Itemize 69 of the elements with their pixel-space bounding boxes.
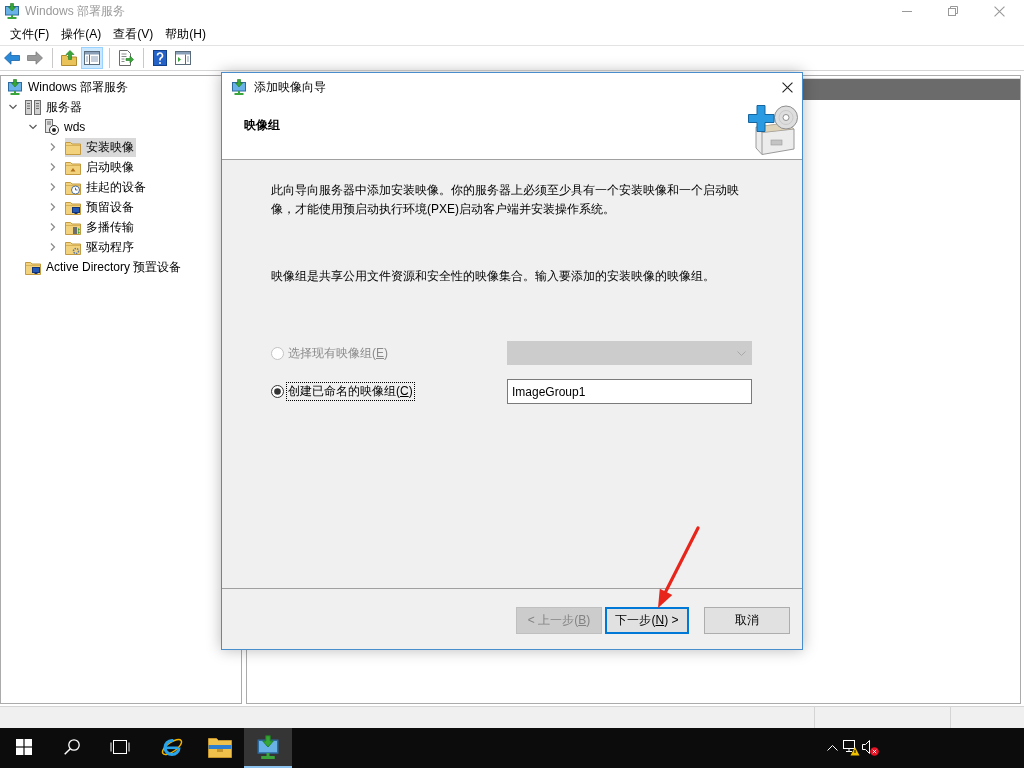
speaker-muted-icon [862, 740, 879, 756]
task-view-icon [110, 739, 130, 755]
tree-item[interactable]: Active Directory 预置设备 [25, 257, 184, 277]
folder-icon [65, 139, 81, 155]
option-label[interactable]: 创建已命名的映像组(C) [286, 382, 415, 401]
tree-item[interactable]: wds [45, 117, 88, 137]
chevron-right-icon[interactable] [49, 163, 57, 171]
tree-item[interactable]: 安装映像 [65, 137, 136, 157]
chevron-right-icon[interactable] [49, 203, 57, 211]
chevron-down-icon[interactable] [9, 103, 17, 111]
window-panes-icon [175, 51, 191, 65]
restore-icon [948, 6, 958, 16]
dialog-title: 添加映像向导 [254, 78, 326, 96]
intro-text: 此向导向服务器中添加安装映像。你的服务器上必须至少具有一个安装映像和一个启动映像，才能使用预启动执行环境(PXE)启动客户端并安装操作系统。 [271, 182, 740, 218]
dialog-button[interactable]: 取消 [704, 606, 790, 634]
folder-up-icon [61, 50, 77, 66]
tree-item[interactable]: 驱动程序 [65, 237, 136, 257]
server-rack-icon [25, 99, 41, 115]
folder-triangle-icon [65, 159, 81, 175]
close-icon [993, 5, 1005, 17]
menu-item[interactable]: 操作(A) [55, 23, 108, 44]
box-plus-disc-icon [748, 105, 798, 155]
monitor-icon [256, 735, 280, 759]
chevron-right-icon[interactable] [49, 183, 57, 191]
page-heading: 映像组 [244, 117, 280, 134]
folder-monitor-icon [25, 259, 41, 275]
folder-monitor-icon [65, 199, 81, 215]
monitor-icon [4, 3, 20, 19]
dialog-button[interactable]: 下一步(N) > [605, 606, 689, 634]
tree-item[interactable]: 启动映像 [65, 157, 136, 177]
tree-item[interactable]: Windows 部署服务 [7, 77, 130, 97]
close-icon [781, 81, 793, 93]
chevron-down-icon[interactable] [29, 123, 37, 131]
tree-item[interactable]: 多播传输 [65, 217, 136, 237]
panes-icon [84, 51, 100, 65]
chevron-right-icon[interactable] [49, 243, 57, 251]
caret-down-icon [737, 350, 746, 356]
menu-item[interactable]: 查看(V) [107, 23, 160, 44]
group-name-field[interactable]: ImageGroup1 [507, 379, 752, 404]
annotation-arrow-icon [657, 526, 700, 610]
menu-item[interactable]: 文件(F) [4, 23, 56, 44]
chevron-right-icon[interactable] [49, 143, 57, 151]
folder-icon [208, 736, 232, 758]
window-title: Windows 部署服务 [25, 2, 125, 20]
minimize-icon [902, 10, 912, 12]
search-icon [64, 739, 80, 755]
up-button[interactable] [58, 47, 80, 69]
radio-button[interactable] [271, 385, 284, 398]
description-text: 映像组是共享公用文件资源和安全性的映像集合。输入要添加的安装映像的映像组。 [271, 268, 716, 285]
document-arrow-icon [118, 50, 134, 66]
network-warning-icon [843, 740, 860, 756]
taskbar-app-button[interactable] [244, 728, 292, 768]
folder-clock-icon [65, 179, 81, 195]
console-tree-button[interactable] [81, 47, 103, 69]
server-icon [45, 119, 59, 135]
monitor-icon [231, 79, 247, 95]
tree-item[interactable]: 预留设备 [65, 197, 136, 217]
windows-logo-icon [16, 739, 32, 755]
folder-network-icon [65, 219, 81, 235]
help-icon [153, 50, 167, 66]
tree-item[interactable]: 服务器 [25, 97, 84, 117]
chevron-right-icon[interactable] [49, 223, 57, 231]
forward-arrow-icon [27, 51, 43, 65]
monitor-icon [7, 79, 23, 95]
back-arrow-icon [4, 51, 20, 65]
folder-gear-icon [65, 239, 81, 255]
caret-up-icon [827, 745, 838, 751]
menu-item[interactable]: 帮助(H) [159, 23, 212, 44]
tree-item[interactable]: 挂起的设备 [65, 177, 148, 197]
